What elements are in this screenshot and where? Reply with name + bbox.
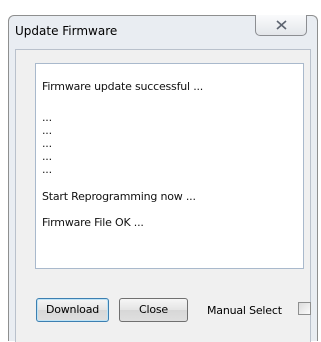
- log-line: ...: [42, 163, 52, 176]
- log-line: ...: [42, 124, 52, 137]
- log-line: ...: [42, 137, 52, 150]
- log-line: Firmware File OK ...: [42, 216, 144, 229]
- manual-select-label: Manual Select: [207, 304, 282, 317]
- status-log: Firmware update successful ... ... ... .…: [35, 63, 304, 269]
- log-line: ...: [42, 111, 52, 124]
- log-line: ...: [42, 150, 52, 163]
- download-button[interactable]: Download: [36, 298, 109, 322]
- window-frame: Update Firmware Firmware update successf…: [8, 15, 318, 342]
- close-button[interactable]: Close: [119, 298, 188, 322]
- window-title: Update Firmware: [15, 24, 118, 38]
- title-bar: Update Firmware: [9, 15, 317, 48]
- manual-select-checkbox[interactable]: [298, 302, 311, 315]
- close-x-icon: [276, 20, 287, 30]
- update-firmware-window: Update Firmware Firmware update successf…: [0, 0, 321, 342]
- dialog-body: Firmware update successful ... ... ... .…: [15, 49, 311, 342]
- log-line: Start Reprogramming now ...: [42, 190, 196, 203]
- window-close-button[interactable]: [255, 15, 307, 36]
- log-line: Firmware update successful ...: [42, 80, 204, 93]
